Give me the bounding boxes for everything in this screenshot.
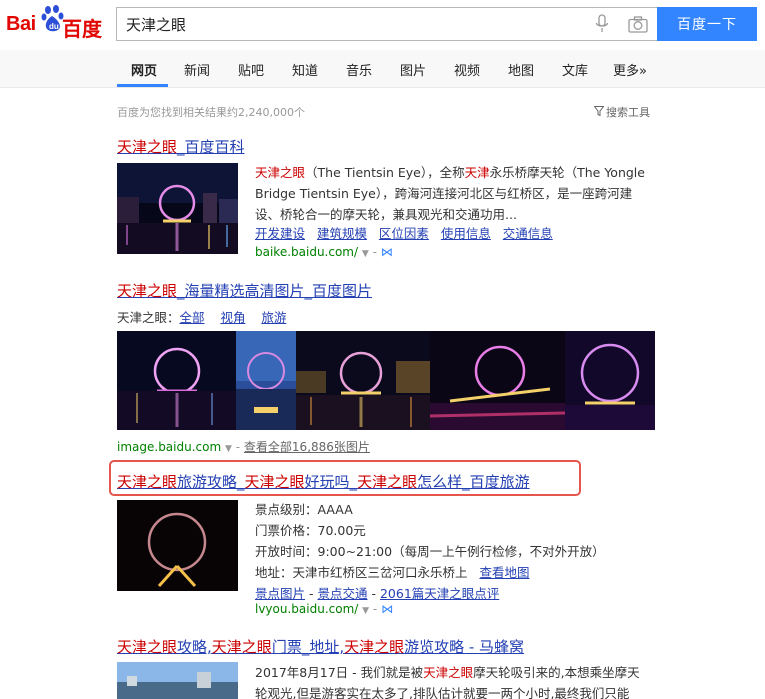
sublink-location[interactable]: 区位因素: [379, 226, 429, 241]
result-3-url[interactable]: lvyou.baidu.com/ ▼ - ⋈: [255, 602, 393, 616]
image-strip-1[interactable]: [117, 331, 236, 430]
result-4-title[interactable]: 天津之眼攻略,天津之眼门票_地址,天津之眼游览攻略 - 马蜂窝: [117, 636, 524, 657]
result-3-details: 景点级别：AAAA 门票价格：70.00元 开放时间：9:00~21:00（每周…: [255, 499, 605, 604]
result-3-title[interactable]: 天津之眼旅游攻略_天津之眼好玩吗_天津之眼怎么样_百度旅游: [117, 471, 530, 492]
tab-map[interactable]: 地图: [508, 60, 534, 79]
result-3-thumbnail[interactable]: [117, 500, 238, 591]
result-1-sublinks: 开发建设 建筑规模 区位因素 使用信息 交通信息: [255, 223, 553, 242]
result-2-title[interactable]: 天津之眼_海量精选高清图片_百度图片: [117, 280, 372, 301]
search-input[interactable]: [117, 8, 577, 40]
tab-zhidao[interactable]: 知道: [292, 60, 318, 79]
svg-text:du: du: [49, 22, 59, 31]
search-button[interactable]: 百度一下: [657, 7, 757, 41]
result-count: 百度为您找到相关结果约2,240,000个: [117, 106, 305, 119]
baidu-snapshot-icon: ⋈: [380, 245, 393, 259]
tab-wenku[interactable]: 文库: [562, 60, 588, 79]
logo-text-latin: Bai: [6, 13, 36, 35]
baidu-snapshot-icon: ⋈: [381, 602, 394, 616]
tab-web[interactable]: 网页: [131, 60, 157, 79]
active-tab-indicator: [117, 84, 168, 87]
tab-video[interactable]: 视频: [454, 60, 480, 79]
result-1-title[interactable]: 天津之眼_百度百科: [117, 136, 245, 157]
header: Bai du 百度 百度一下: [0, 0, 765, 50]
image-strip-2[interactable]: [236, 331, 296, 430]
address: 地址：天津市红桥区三岔河口永乐桥上 查看地图: [255, 565, 530, 580]
dropdown-arrow-icon: ▼: [361, 249, 369, 259]
view-all-images-link[interactable]: 查看全部16,886张图片: [244, 440, 370, 454]
tag-angle[interactable]: 视角: [220, 310, 245, 325]
ticket-price: 门票价格：70.00元: [255, 523, 366, 538]
result-1-snippet: 天津之眼（The Tientsin Eye），全称天津永乐桥摩天轮（The Yo…: [255, 165, 645, 222]
logo-text-chinese: 百度: [62, 17, 102, 41]
image-strip-4[interactable]: [430, 331, 565, 430]
attraction-transport-link[interactable]: 景点交通: [317, 586, 367, 601]
sublink-transport[interactable]: 交通信息: [503, 226, 553, 241]
image-strip-5[interactable]: [565, 331, 655, 430]
search-tabs: 网页 新闻 贴吧 知道 音乐 图片 视频 地图 文库 更多»: [0, 50, 765, 88]
filter-icon: [594, 106, 604, 116]
sublink-scale[interactable]: 建筑规模: [317, 226, 367, 241]
sublink-development[interactable]: 开发建设: [255, 226, 305, 241]
sublink-usage[interactable]: 使用信息: [441, 226, 491, 241]
result-4-thumbnail[interactable]: [117, 662, 238, 699]
result-2-tags: 天津之眼：全部 视角 旅游: [117, 310, 287, 325]
image-strip-3[interactable]: [296, 331, 430, 430]
tag-all[interactable]: 全部: [180, 310, 205, 325]
opening-hours: 开放时间：9:00~21:00（每周一上午例行检修，不对外开放）: [255, 544, 605, 559]
tab-news[interactable]: 新闻: [184, 60, 210, 79]
reviews-link[interactable]: 2061篇天津之眼点评: [380, 586, 499, 601]
tag-travel[interactable]: 旅游: [261, 310, 286, 325]
baidu-logo[interactable]: Bai du 百度: [6, 3, 110, 43]
microphone-icon[interactable]: [595, 14, 609, 34]
tab-images[interactable]: 图片: [400, 60, 426, 79]
result-1-thumbnail[interactable]: [117, 163, 238, 254]
result-4-snippet: 2017年8月17日 - 我们就是被天津之眼摩天轮吸引来的,本想乘坐摩天 轮观光…: [255, 665, 640, 699]
result-1-url[interactable]: baike.baidu.com/ ▼ - ⋈: [255, 245, 393, 259]
search-tools-label: 搜索工具: [606, 106, 650, 119]
tab-more[interactable]: 更多»: [613, 60, 647, 79]
search-box[interactable]: [116, 7, 657, 41]
tab-tieba[interactable]: 贴吧: [238, 60, 264, 79]
attraction-level: 景点级别：AAAA: [255, 502, 353, 517]
attraction-photos-link[interactable]: 景点图片: [255, 586, 305, 601]
view-map-link[interactable]: 查看地图: [479, 565, 529, 580]
tab-music[interactable]: 音乐: [346, 60, 372, 79]
result-2-url[interactable]: image.baidu.com ▼ - 查看全部16,886张图片: [117, 438, 370, 455]
camera-icon[interactable]: [628, 16, 648, 33]
